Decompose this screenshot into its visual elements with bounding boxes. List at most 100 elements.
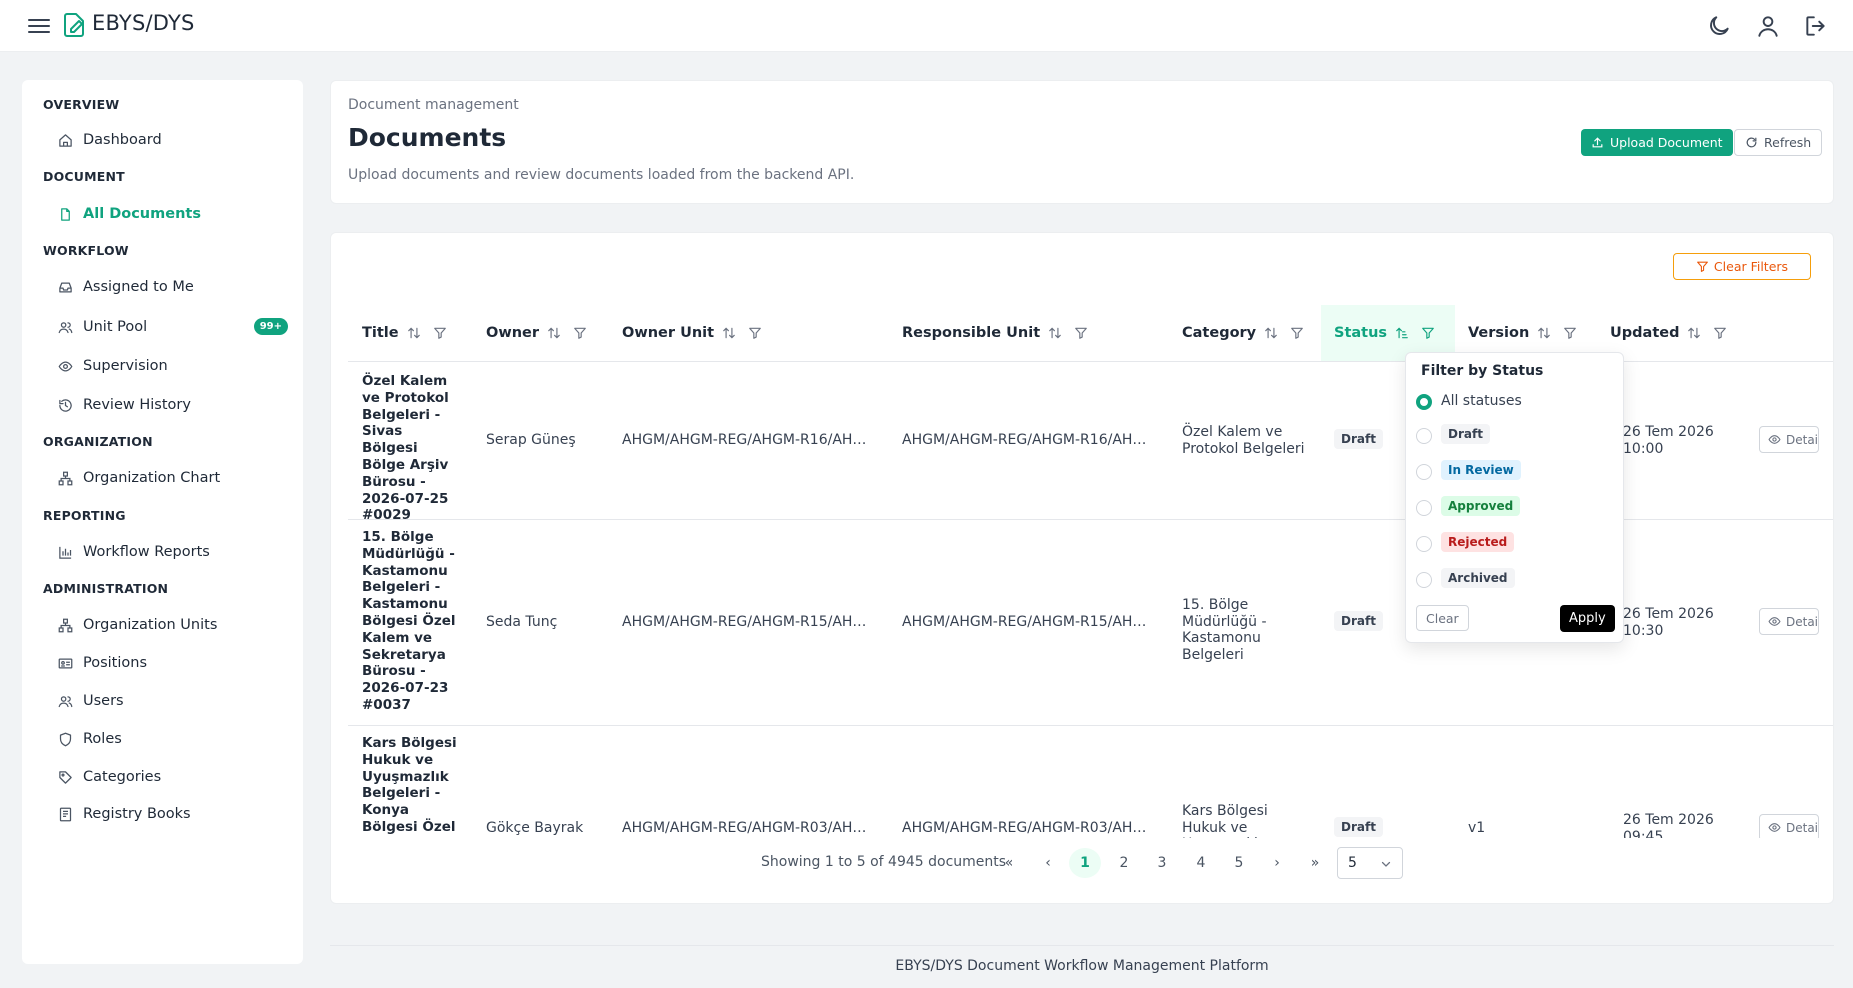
sidebar-item-roles[interactable]: Roles bbox=[58, 727, 288, 751]
details-button[interactable]: Details bbox=[1759, 426, 1819, 453]
row-owner: Seda Tunç bbox=[486, 614, 558, 630]
row-title[interactable]: Kars Bölgesi Hukuk ve Uyuşmazlık Belgele… bbox=[362, 735, 458, 836]
option-approved[interactable]: Approved bbox=[1441, 496, 1521, 516]
sidebar-item-assigned-to-me[interactable]: Assigned to Me bbox=[58, 275, 288, 299]
sidebar-item-unit-pool[interactable]: Unit Pool 99+ bbox=[58, 315, 288, 339]
upload-document-label: Upload Document bbox=[1610, 135, 1723, 150]
users-icon bbox=[58, 321, 73, 333]
filter-icon[interactable] bbox=[1290, 326, 1304, 340]
column-header-owner-unit[interactable]: Owner Unit bbox=[622, 305, 762, 361]
prev-page-button[interactable]: ‹ bbox=[1032, 848, 1064, 878]
page-button-4[interactable]: 4 bbox=[1185, 848, 1217, 878]
option-all-statuses[interactable]: All statuses bbox=[1441, 393, 1522, 409]
bar-chart-icon bbox=[59, 546, 72, 559]
row-category: Kars Bölgesi Hukuk ve Uyuşmazlık bbox=[1182, 803, 1268, 838]
radio-approved[interactable] bbox=[1416, 500, 1432, 516]
sort-icon[interactable] bbox=[1687, 326, 1701, 340]
refresh-label: Refresh bbox=[1764, 135, 1812, 150]
page-button-3[interactable]: 3 bbox=[1146, 848, 1178, 878]
radio-in-review[interactable] bbox=[1416, 464, 1432, 480]
sidebar-item-organization-chart[interactable]: Organization Chart bbox=[58, 466, 288, 490]
sidebar-item-label: All Documents bbox=[83, 206, 201, 222]
filter-icon[interactable] bbox=[1074, 326, 1088, 340]
option-draft[interactable]: Draft bbox=[1441, 424, 1490, 444]
sidebar-section-administration: ADMINISTRATION bbox=[43, 581, 169, 596]
footer-text: EBYS/DYS Document Workflow Management Pl… bbox=[895, 958, 1269, 974]
page-button-1[interactable]: 1 bbox=[1069, 848, 1101, 878]
id-card-icon bbox=[58, 658, 73, 668]
radio-draft[interactable] bbox=[1416, 428, 1432, 444]
column-header-title[interactable]: Title bbox=[362, 305, 447, 361]
row-title[interactable]: Özel Kalem ve Protokol Belgeleri - Sivas… bbox=[362, 373, 458, 524]
page-size-select[interactable]: 5 bbox=[1337, 847, 1403, 879]
filter-icon[interactable] bbox=[1421, 326, 1435, 340]
sidebar-item-registry-books[interactable]: Registry Books bbox=[58, 802, 288, 826]
home-icon bbox=[59, 133, 72, 147]
sidebar-item-dashboard[interactable]: Dashboard bbox=[58, 128, 288, 152]
sidebar-item-label: Supervision bbox=[83, 358, 168, 374]
last-page-button[interactable]: » bbox=[1299, 848, 1331, 878]
page-subtitle: Upload documents and review documents lo… bbox=[348, 167, 855, 183]
sort-icon[interactable] bbox=[547, 326, 561, 340]
tag-icon bbox=[59, 770, 72, 784]
filter-icon[interactable] bbox=[1563, 326, 1577, 340]
column-header-category[interactable]: Category bbox=[1182, 305, 1304, 361]
sidebar-item-label: Users bbox=[83, 693, 124, 709]
option-rejected[interactable]: Rejected bbox=[1441, 532, 1515, 552]
sidebar-item-workflow-reports[interactable]: Workflow Reports bbox=[58, 540, 288, 564]
filter-icon[interactable] bbox=[433, 326, 447, 340]
sidebar-item-label: Organization Units bbox=[83, 617, 218, 633]
sidebar-item-label: Organization Chart bbox=[83, 470, 221, 486]
option-archived[interactable]: Archived bbox=[1441, 568, 1515, 588]
sidebar-section-workflow: WORKFLOW bbox=[43, 243, 129, 258]
page-title: Documents bbox=[348, 123, 507, 152]
filter-icon[interactable] bbox=[748, 326, 762, 340]
row-title[interactable]: 15. Bölge Müdürlüğü - Kastamonu Belgeler… bbox=[362, 529, 458, 714]
sort-icon[interactable] bbox=[1048, 326, 1062, 340]
radio-archived[interactable] bbox=[1416, 572, 1432, 588]
row-owner: Serap Güneş bbox=[486, 432, 576, 448]
page-button-2[interactable]: 2 bbox=[1108, 848, 1140, 878]
pagination: Showing 1 to 5 of 4945 documents « ‹ 1 2… bbox=[331, 845, 1833, 881]
sidebar-item-label: Registry Books bbox=[83, 806, 191, 822]
radio-rejected[interactable] bbox=[1416, 536, 1432, 552]
radio-all-statuses[interactable] bbox=[1416, 394, 1432, 410]
next-page-button[interactable]: › bbox=[1261, 848, 1293, 878]
sidebar-item-positions[interactable]: Positions bbox=[58, 651, 288, 675]
moon-icon[interactable] bbox=[1706, 13, 1732, 39]
sidebar-item-organization-units[interactable]: Organization Units bbox=[58, 613, 288, 637]
sidebar-item-users[interactable]: Users bbox=[58, 689, 288, 713]
book-icon bbox=[59, 807, 72, 821]
filter-icon[interactable] bbox=[573, 326, 587, 340]
sort-icon[interactable] bbox=[407, 326, 421, 340]
details-button[interactable]: Details bbox=[1759, 814, 1819, 838]
user-icon[interactable] bbox=[1755, 13, 1781, 39]
refresh-button[interactable]: Refresh bbox=[1734, 129, 1823, 156]
sidebar-item-supervision[interactable]: Supervision bbox=[58, 354, 288, 378]
details-button[interactable]: Details bbox=[1759, 608, 1819, 635]
menu-icon[interactable] bbox=[28, 16, 50, 34]
sort-icon[interactable] bbox=[1264, 326, 1278, 340]
sort-icon[interactable] bbox=[1537, 326, 1551, 340]
option-in-review[interactable]: In Review bbox=[1441, 460, 1521, 480]
status-badge: Draft bbox=[1334, 817, 1383, 837]
sidebar-item-review-history[interactable]: Review History bbox=[58, 393, 288, 417]
upload-document-button[interactable]: Upload Document bbox=[1581, 129, 1733, 156]
sort-asc-icon[interactable] bbox=[1395, 326, 1409, 340]
popover-clear-button[interactable]: Clear bbox=[1416, 605, 1469, 631]
column-header-owner[interactable]: Owner bbox=[486, 305, 587, 361]
popover-apply-button[interactable]: Apply bbox=[1560, 605, 1615, 632]
column-header-responsible-unit[interactable]: Responsible Unit bbox=[902, 305, 1088, 361]
sort-icon[interactable] bbox=[722, 326, 736, 340]
clear-filters-button[interactable]: Clear Filters bbox=[1673, 253, 1811, 280]
refresh-icon bbox=[1746, 137, 1757, 148]
filter-icon[interactable] bbox=[1713, 326, 1727, 340]
sidebar-item-categories[interactable]: Categories bbox=[58, 765, 288, 789]
page-button-5[interactable]: 5 bbox=[1223, 848, 1255, 878]
column-header-updated[interactable]: Updated bbox=[1610, 305, 1727, 361]
first-page-button[interactable]: « bbox=[993, 848, 1025, 878]
file-icon bbox=[61, 207, 70, 221]
sidebar-item-all-documents[interactable]: All Documents bbox=[58, 202, 288, 226]
logout-icon[interactable] bbox=[1803, 13, 1829, 39]
sidebar-item-label: Dashboard bbox=[83, 132, 162, 148]
